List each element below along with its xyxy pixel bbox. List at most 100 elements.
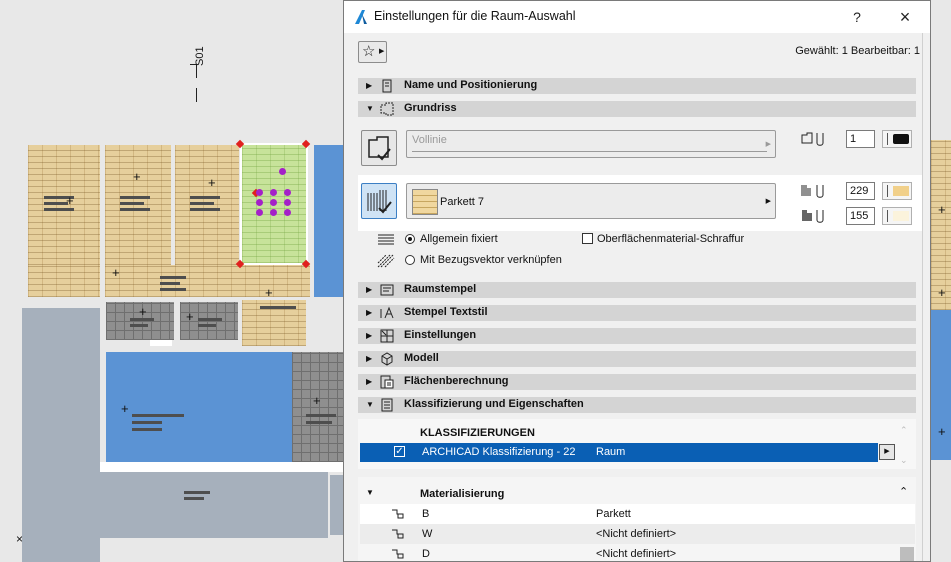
- section-label: Einstellungen: [404, 329, 477, 341]
- checkmark-icon[interactable]: ✓: [394, 446, 405, 457]
- room-stamp[interactable]: [132, 414, 184, 417]
- stamp-handle[interactable]: [284, 209, 291, 216]
- room-stamp[interactable]: [198, 324, 216, 327]
- collapse-arrow-icon[interactable]: ▼: [366, 488, 374, 497]
- room-stamp[interactable]: [120, 196, 150, 199]
- contour-line-button[interactable]: [361, 130, 397, 166]
- room-wood-3[interactable]: [175, 145, 239, 265]
- section-label: Stempel Textstil: [404, 306, 488, 318]
- pen-swatch-divider: [887, 133, 888, 145]
- classification-row[interactable]: ✓ ARCHICAD Klassifizierung - 22 Raum: [360, 443, 878, 462]
- section-classification[interactable]: ▼ Klassifizierung und Eigenschaften: [358, 397, 916, 413]
- material-key: W: [422, 528, 433, 540]
- section-floor-plan[interactable]: ▼ Grundriss: [358, 101, 916, 117]
- fill-background-pen-input[interactable]: 155: [846, 207, 875, 225]
- room-stamp[interactable]: [190, 202, 214, 205]
- room-blue-large[interactable]: [106, 352, 292, 462]
- classification-table: KLASSIFIZIERUNGEN ✓ ARCHICAD Klassifizie…: [358, 419, 916, 469]
- text-style-icon: [380, 306, 394, 319]
- section-label: S01: [194, 46, 206, 66]
- classification-row-menu-button[interactable]: ▶: [879, 444, 895, 460]
- section-stamp-text-style[interactable]: ▶ Stempel Textstil: [358, 305, 916, 321]
- fill-foreground-color[interactable]: [882, 182, 912, 200]
- expand-arrow-icon: ▶: [366, 308, 373, 317]
- room-stamp[interactable]: [44, 202, 68, 205]
- section-area-calculation[interactable]: ▶ Flächenberechnung: [358, 374, 916, 390]
- room-stamp[interactable]: [120, 202, 144, 205]
- stamp-handle[interactable]: [270, 209, 277, 216]
- radio-fixed-orientation[interactable]: [405, 234, 415, 244]
- contour-pen-input[interactable]: 1: [846, 130, 875, 148]
- room-stamp[interactable]: [160, 288, 186, 291]
- area-calc-icon: [380, 375, 394, 389]
- help-button[interactable]: ?: [842, 5, 872, 29]
- wall-outline: [100, 462, 344, 472]
- room-stamp[interactable]: [120, 208, 150, 211]
- material-row-w[interactable]: W <Nicht definiert>: [360, 524, 915, 544]
- room-wood-4[interactable]: [28, 265, 100, 297]
- surface-hatch-label[interactable]: Oberflächenmaterial-Schraffur: [597, 233, 744, 245]
- room-origin-cross: +: [133, 169, 141, 184]
- origin-marker: ×: [16, 532, 24, 546]
- room-stamp[interactable]: [198, 318, 222, 321]
- line-type-dropdown[interactable]: Vollinie ▶: [406, 130, 776, 158]
- zone-bottom-right[interactable]: [330, 475, 344, 535]
- stamp-handle[interactable]: [270, 189, 277, 196]
- fill-background-pen-icon: [802, 210, 824, 223]
- stamp-handle[interactable]: [284, 189, 291, 196]
- room-stamp[interactable]: [184, 491, 210, 494]
- zone-bottom[interactable]: [100, 472, 328, 538]
- fill-pattern-dropdown[interactable]: Parkett 7 ▶: [406, 183, 776, 219]
- section-label: Klassifizierung und Eigenschaften: [404, 398, 584, 410]
- room-stamp[interactable]: [130, 324, 148, 327]
- room-stamp[interactable]: [184, 497, 204, 500]
- stamp-handle[interactable]: [284, 199, 291, 206]
- title-bar[interactable]: Einstellungen für die Raum-Auswahl ? ×: [344, 1, 930, 33]
- dialog-scrollbar[interactable]: [922, 33, 930, 561]
- section-room-stamp[interactable]: ▶ Raumstempel: [358, 282, 916, 298]
- scroll-up-icon[interactable]: ⌃: [899, 485, 908, 498]
- scroll-down-icon[interactable]: ⌄: [900, 455, 908, 466]
- stamp-handle[interactable]: [256, 209, 263, 216]
- room-stamp[interactable]: [160, 276, 186, 279]
- material-row-b[interactable]: B Parkett: [360, 504, 915, 524]
- room-stamp[interactable]: [306, 421, 332, 424]
- fill-type-button[interactable]: [361, 183, 397, 219]
- classification-name: ARCHICAD Klassifizierung - 22: [422, 446, 576, 458]
- radio-vector-orientation[interactable]: [405, 255, 415, 265]
- material-row-d[interactable]: D <Nicht definiert>: [360, 544, 915, 561]
- room-wood-2[interactable]: [105, 145, 171, 265]
- room-blue-top[interactable]: [314, 145, 344, 297]
- room-wood-corridor[interactable]: [105, 265, 310, 297]
- fill-background-color[interactable]: [882, 207, 912, 225]
- section-model[interactable]: ▶ Modell: [358, 351, 916, 367]
- room-stamp[interactable]: [190, 208, 220, 211]
- scroll-up-icon[interactable]: ⌃: [900, 425, 908, 436]
- fill-name: Parkett 7: [440, 196, 485, 208]
- materialization-scrollbar[interactable]: [900, 547, 914, 561]
- room-stamp[interactable]: [132, 428, 162, 431]
- close-button[interactable]: ×: [890, 5, 920, 29]
- zone-left[interactable]: [22, 308, 100, 562]
- stamp-handle[interactable]: [279, 168, 286, 175]
- radio-vector-label[interactable]: Mit Bezugsvektor verknüpfen: [420, 254, 562, 266]
- surface-hatch-checkbox[interactable]: [582, 233, 593, 244]
- classification-value: Raum: [596, 446, 626, 458]
- fill-foreground-pen-input[interactable]: 229: [846, 182, 875, 200]
- room-stamp[interactable]: [306, 414, 336, 417]
- radio-fixed-label[interactable]: Allgemein fixiert: [420, 233, 498, 245]
- room-stamp[interactable]: [44, 208, 74, 211]
- room-stamp[interactable]: [160, 282, 180, 285]
- room-stamp[interactable]: [132, 421, 162, 424]
- room-wood-1[interactable]: [28, 145, 100, 265]
- stamp-handle[interactable]: [270, 199, 277, 206]
- stamp-handle[interactable]: [256, 189, 263, 196]
- stamp-handle[interactable]: [256, 199, 263, 206]
- section-settings[interactable]: ▶ Einstellungen: [358, 328, 916, 344]
- room-stamp[interactable]: [190, 196, 220, 199]
- section-name-positioning[interactable]: ▶ Name und Positionierung: [358, 78, 916, 94]
- favorites-button[interactable]: ☆ ▶: [358, 41, 387, 63]
- section-label: Raumstempel: [404, 283, 477, 295]
- contour-pen-color[interactable]: [882, 130, 912, 148]
- room-stamp[interactable]: [260, 306, 296, 309]
